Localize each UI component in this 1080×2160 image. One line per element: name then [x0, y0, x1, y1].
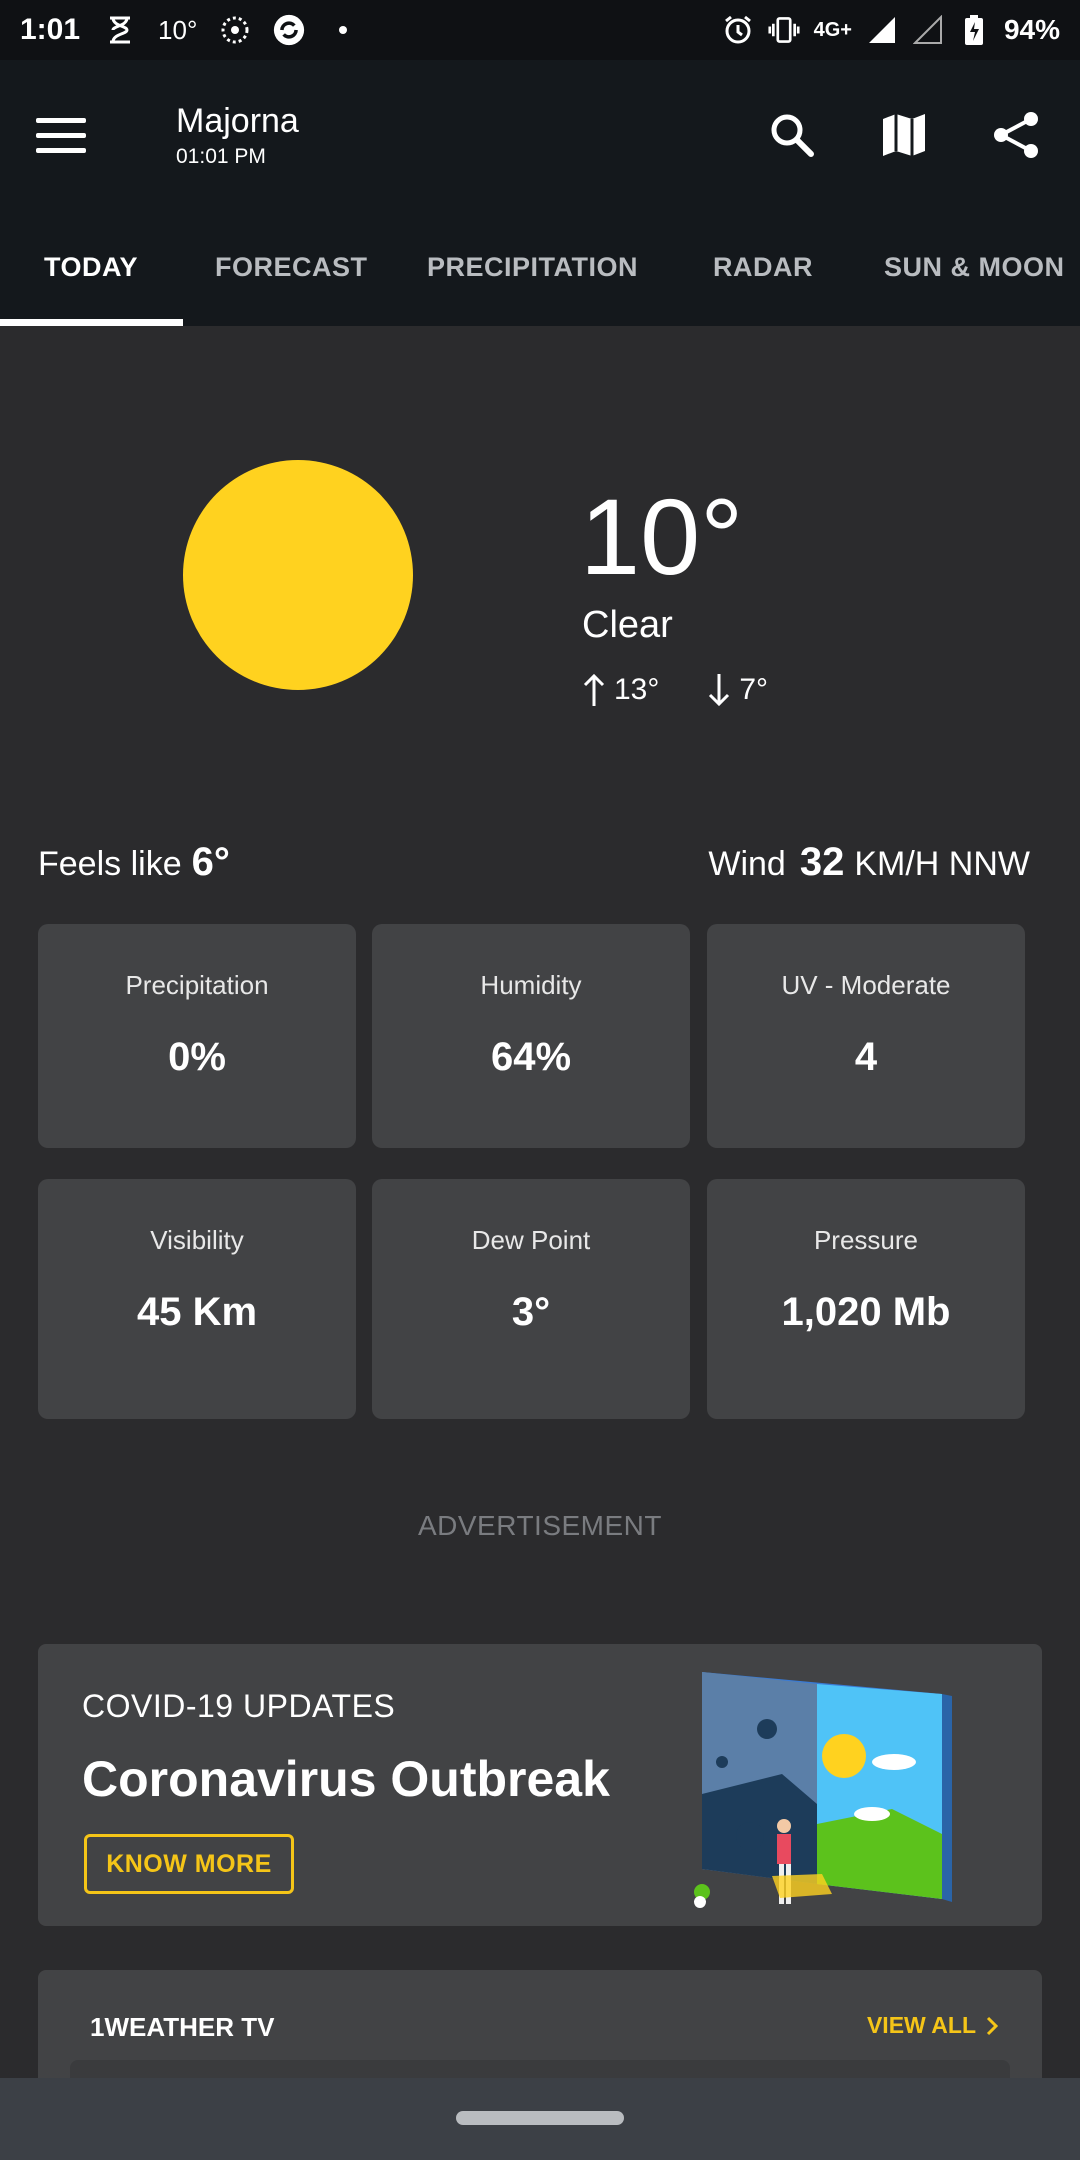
- detail-value: 45 Km: [136, 1290, 258, 1334]
- vibrate-icon: [768, 14, 800, 46]
- feels-like-label: Feels like: [38, 845, 182, 883]
- arrow-down-icon: [709, 674, 730, 707]
- app-bar: Majorna 01:01 PM: [0, 60, 1080, 210]
- arrow-up-icon: [583, 673, 605, 706]
- view-all-link[interactable]: VIEW ALL: [867, 2012, 998, 2039]
- detail-value: 0%: [168, 1035, 226, 1079]
- dotted-circle-icon: [219, 14, 251, 46]
- map-icon[interactable]: [876, 107, 932, 163]
- covid-illustration: [694, 1672, 952, 1908]
- network-type: 4G+: [813, 18, 852, 41]
- tab-forecast[interactable]: FORECAST: [215, 252, 368, 283]
- detail-value: 4: [854, 1035, 878, 1079]
- wind-speed: 32: [799, 840, 845, 884]
- high-temp: 13°: [582, 672, 659, 708]
- high-temp-value: 13°: [614, 673, 660, 706]
- detail-card-visibility[interactable]: Visibility 45 Km: [38, 1179, 356, 1419]
- weather-condition: Clear: [582, 604, 673, 646]
- detail-label: Pressure: [813, 1225, 919, 1255]
- weather-tv-title: 1WEATHER TV: [90, 2012, 275, 2042]
- system-nav-bar: [0, 2078, 1080, 2160]
- tab-sun-moon[interactable]: SUN & MOON: [884, 252, 1065, 283]
- wind-label: Wind: [708, 845, 786, 883]
- covid-headline: Coronavirus Outbreak: [82, 1751, 610, 1807]
- share-icon[interactable]: [988, 107, 1044, 163]
- status-bar: 1:01 10° 4G+ 94%: [0, 0, 1080, 60]
- status-temperature: 10°: [158, 14, 198, 45]
- view-all-label: VIEW ALL: [866, 2012, 976, 2038]
- detail-card-dew-point[interactable]: Dew Point 3°: [372, 1179, 690, 1419]
- status-time: 1:01: [20, 13, 81, 46]
- detail-card-uv[interactable]: UV - Moderate 4: [707, 924, 1025, 1148]
- detail-card-humidity[interactable]: Humidity 64%: [372, 924, 690, 1148]
- advertisement-label: ADVERTISEMENT: [417, 1510, 663, 1541]
- wind: Wind 32 KM/H NNW: [708, 840, 1030, 885]
- detail-label: Humidity: [480, 970, 582, 1000]
- search-icon[interactable]: [764, 107, 820, 163]
- high-low-temps: 13° 7°: [582, 672, 768, 708]
- home-gesture-handle[interactable]: [456, 2111, 624, 2125]
- app-bar-actions: [764, 107, 1044, 163]
- know-more-button[interactable]: KNOW MORE: [84, 1834, 294, 1894]
- detail-label: Precipitation: [125, 970, 269, 1000]
- alarm-icon: [722, 14, 754, 46]
- detail-value: 1,020 Mb: [781, 1290, 951, 1334]
- covid-kicker: COVID-19 UPDATES: [82, 1688, 396, 1724]
- tab-precipitation[interactable]: PRECIPITATION: [427, 252, 638, 283]
- detail-card-precipitation[interactable]: Precipitation 0%: [38, 924, 356, 1148]
- clear-sun-icon: [183, 460, 413, 690]
- detail-label: UV - Moderate: [781, 970, 951, 1000]
- detail-value: 3°: [511, 1290, 551, 1334]
- location-name: Majorna: [176, 101, 299, 140]
- battery-percent: 94%: [1003, 14, 1060, 45]
- refresh-app-icon: [273, 14, 305, 46]
- detail-card-pressure[interactable]: Pressure 1,020 Mb: [707, 1179, 1025, 1419]
- detail-label: Visibility: [150, 1225, 244, 1255]
- tab-bar: TODAY FORECAST PRECIPITATION RADAR SUN &…: [0, 210, 1080, 326]
- hamburger-menu-icon[interactable]: [36, 100, 106, 170]
- hourglass-icon: [104, 14, 136, 46]
- tab-radar[interactable]: RADAR: [713, 252, 813, 283]
- active-tab-indicator: [0, 319, 183, 326]
- current-temperature: 10°: [580, 476, 744, 597]
- wind-unit: KM/H NNW: [854, 845, 1030, 883]
- signal-icon: [866, 14, 898, 46]
- location-title[interactable]: Majorna 01:01 PM: [176, 102, 299, 169]
- chevron-right-icon: [986, 2016, 998, 2035]
- location-time: 01:01 PM: [176, 144, 266, 168]
- status-left-icons: 10°: [104, 14, 359, 46]
- tab-today[interactable]: TODAY: [44, 252, 138, 283]
- detail-value: 64%: [490, 1035, 572, 1079]
- feels-like: Feels like 6°: [38, 840, 230, 885]
- battery-charging-icon: [958, 14, 990, 46]
- low-temp-value: 7°: [739, 673, 769, 706]
- dot-icon: [327, 14, 359, 46]
- low-temp: 7°: [707, 672, 768, 708]
- signal-empty-icon: [912, 14, 944, 46]
- detail-label: Dew Point: [471, 1225, 591, 1255]
- status-right-icons: 4G+ 94%: [722, 14, 1060, 46]
- covid-updates-card[interactable]: COVID-19 UPDATES Coronavirus Outbreak KN…: [38, 1644, 1042, 1926]
- feels-like-value: 6°: [191, 840, 230, 884]
